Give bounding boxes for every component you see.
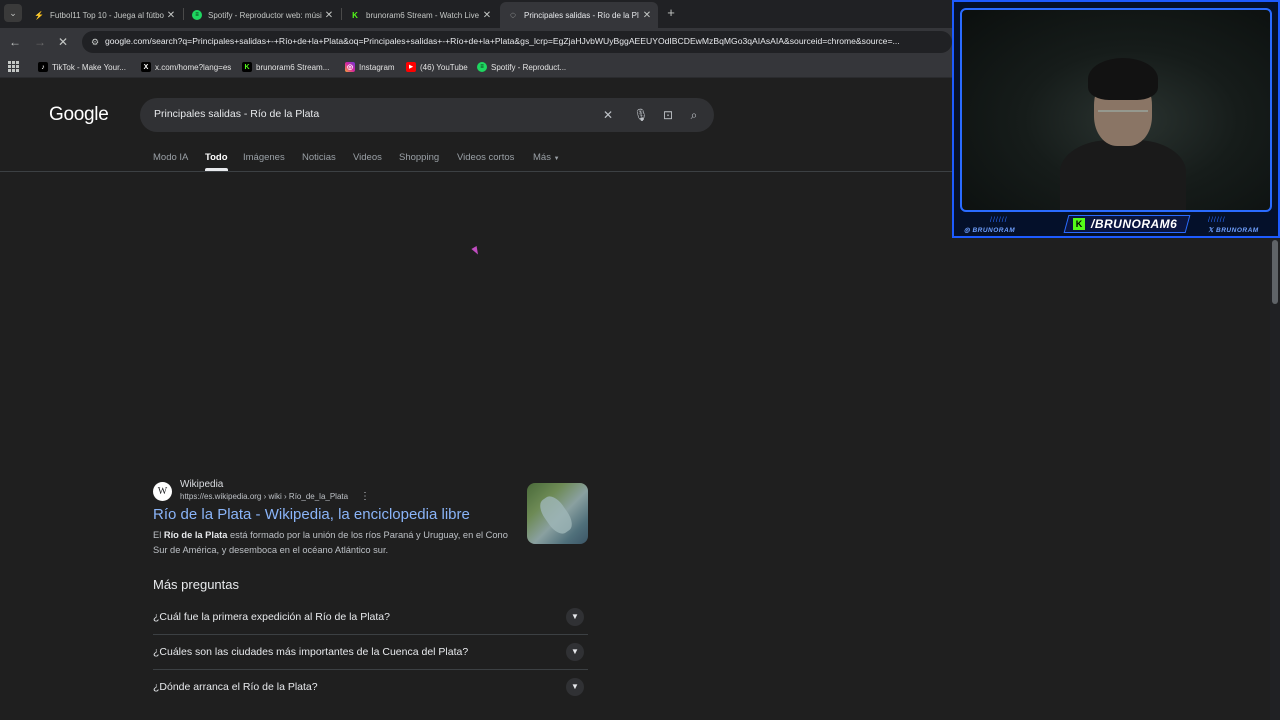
lens-icon[interactable]: ⊡	[660, 107, 676, 123]
scrollbar-track[interactable]	[1270, 238, 1280, 720]
bookmark-label: Spotify - Reproduct...	[491, 62, 567, 72]
tab-imagenes[interactable]: Imágenes	[243, 152, 285, 163]
tab-title: Futbol11 Top 10 - Juega al fútbo	[50, 10, 164, 20]
webcam-video	[960, 8, 1272, 212]
thumbnail-river-shape	[535, 492, 577, 538]
tab-mas[interactable]: Más ▼	[533, 152, 560, 163]
result-snippet: El Río de la Plata está formado por la u…	[153, 528, 523, 558]
tab-videos-cortos[interactable]: Videos cortos	[457, 152, 514, 163]
bookmark-label: TikTok - Make Your...	[52, 62, 126, 72]
dropdown-caret-icon: ▼	[553, 156, 560, 162]
question-text: ¿Dónde arranca el Río de la Plata?	[153, 681, 318, 693]
tiktok-icon: ♪	[38, 62, 48, 72]
address-url[interactable]: google.com/search?q=Principales+salidas+…	[105, 36, 950, 46]
tab-spotify[interactable]: ≡ Spotify - Reproductor web: músi ✕	[184, 2, 340, 28]
spotify-icon: ≡	[192, 10, 202, 20]
question-text: ¿Cuál fue la primera expedición al Río d…	[153, 611, 390, 623]
tab-title: Spotify - Reproductor web: músi	[208, 10, 322, 20]
search-input[interactable]: Principales salidas - Río de la Plata	[154, 108, 319, 120]
bookmark-label: x.com/home?lang=es	[155, 62, 232, 72]
close-tab-icon[interactable]: ✕	[480, 10, 494, 21]
forward-arrow-icon[interactable]: →	[32, 34, 48, 50]
kick-icon: K	[352, 10, 358, 20]
clear-icon[interactable]: ✕	[600, 107, 616, 123]
snippet-prefix: El	[153, 530, 164, 540]
site-info-icon[interactable]: ⚙	[88, 35, 102, 49]
youtube-icon: ▶	[406, 62, 416, 72]
spotify-icon: ≡	[477, 62, 487, 72]
tab-modo-ia[interactable]: Modo IA	[153, 152, 188, 163]
streamer-hair	[1088, 58, 1158, 100]
bookmark-instagram[interactable]: ◎ Instagram	[345, 60, 395, 74]
streamer-handle: /BRUNORAM6	[1091, 217, 1178, 231]
chevron-down-icon[interactable]: ▼	[566, 643, 584, 661]
tab-noticias[interactable]: Noticias	[302, 152, 336, 163]
close-tab-icon[interactable]: ✕	[640, 10, 654, 21]
tabs-divider	[0, 171, 952, 172]
close-tab-icon[interactable]: ✕	[322, 10, 336, 21]
bookmark-label: Instagram	[359, 62, 395, 72]
x-tag: 𝕏 BRUNORAM	[1208, 227, 1259, 234]
address-bar[interactable]: ⚙ google.com/search?q=Principales+salida…	[82, 31, 952, 53]
tab-google-search[interactable]: ◌ Principales salidas - Río de la Pl ✕	[500, 2, 658, 28]
tab-search-button[interactable]: ⌄	[4, 4, 22, 22]
streamer-body	[1060, 140, 1186, 210]
snippet-bold: Río de la Plata	[163, 530, 228, 540]
question-text: ¿Cuáles son las ciudades más importantes…	[153, 646, 469, 658]
decor-stripes: //////	[990, 217, 1008, 224]
tab-todo[interactable]: Todo	[205, 152, 228, 163]
scrollbar-thumb[interactable]	[1272, 240, 1278, 304]
loading-icon: ◌	[510, 9, 516, 21]
kick-icon: K	[1073, 218, 1085, 230]
webcam-overlay: ////// K /BRUNORAM6 ////// ◎ BRUNORAM 𝕏 …	[952, 0, 1280, 238]
bookmark-x[interactable]: X x.com/home?lang=es	[141, 60, 231, 74]
decor-stripes: //////	[1208, 217, 1226, 224]
google-logo[interactable]: Google	[49, 104, 109, 126]
bookmark-youtube[interactable]: ▶ (46) YouTube	[406, 60, 468, 74]
wikipedia-icon[interactable]: W	[153, 482, 172, 501]
search-icon[interactable]: ⌕	[686, 107, 702, 123]
result-thumbnail[interactable]	[527, 483, 588, 544]
result-title-link[interactable]: Río de la Plata - Wikipedia, la enciclop…	[153, 506, 470, 523]
result-site-name[interactable]: Wikipedia	[180, 479, 223, 490]
result-url[interactable]: https://es.wikipedia.org › wiki › Río_de…	[180, 492, 348, 501]
kick-handle-badge: K /BRUNORAM6	[1063, 215, 1191, 233]
tab-shopping[interactable]: Shopping	[399, 152, 439, 163]
tab-videos[interactable]: Videos	[353, 152, 382, 163]
back-arrow-icon[interactable]: ←	[7, 34, 23, 50]
chevron-down-icon[interactable]: ▼	[566, 608, 584, 626]
tab-futbol11[interactable]: ⚡ Futbol11 Top 10 - Juega al fútbo ✕	[26, 2, 182, 28]
instagram-icon: ◎	[345, 62, 355, 72]
bookmark-label: brunoram6 Stream...	[256, 62, 330, 72]
search-box[interactable]: Principales salidas - Río de la Plata ✕ …	[140, 98, 714, 132]
people-also-ask-heading: Más preguntas	[153, 577, 239, 592]
chevron-down-icon[interactable]: ▼	[566, 678, 584, 696]
question-item[interactable]: ¿Dónde arranca el Río de la Plata? ▼	[153, 670, 588, 705]
close-tab-icon[interactable]: ✕	[164, 10, 178, 21]
bookmark-spotify[interactable]: ≡ Spotify - Reproduct...	[477, 60, 566, 74]
question-item[interactable]: ¿Cuáles son las ciudades más importantes…	[153, 635, 588, 670]
mouse-cursor-icon	[471, 246, 481, 256]
bookmark-label: (46) YouTube	[420, 62, 468, 72]
apps-grid-icon[interactable]	[8, 61, 19, 72]
bookmark-tiktok[interactable]: ♪ TikTok - Make Your...	[38, 60, 126, 74]
microphone-icon[interactable]: 🎙	[633, 107, 649, 123]
bookmark-kick[interactable]: K brunoram6 Stream...	[242, 60, 329, 74]
futbol11-icon: ⚡	[34, 10, 44, 20]
question-item[interactable]: ¿Cuál fue la primera expedición al Río d…	[153, 600, 588, 635]
tab-mas-label: Más	[533, 152, 551, 163]
tab-title: Principales salidas - Río de la Pl	[524, 10, 639, 20]
x-icon: X	[141, 62, 151, 72]
tab-kick[interactable]: K brunoram6 Stream - Watch Live ✕	[342, 2, 498, 28]
stop-loading-icon[interactable]: ✕	[55, 34, 71, 50]
new-tab-button[interactable]: +	[664, 4, 678, 22]
streamer-glasses	[1098, 110, 1148, 118]
instagram-tag: ◎ BRUNORAM	[964, 227, 1016, 234]
more-options-icon[interactable]: ⋮	[360, 491, 370, 502]
tab-title: brunoram6 Stream - Watch Live	[366, 10, 480, 20]
kick-icon: K	[242, 62, 252, 72]
